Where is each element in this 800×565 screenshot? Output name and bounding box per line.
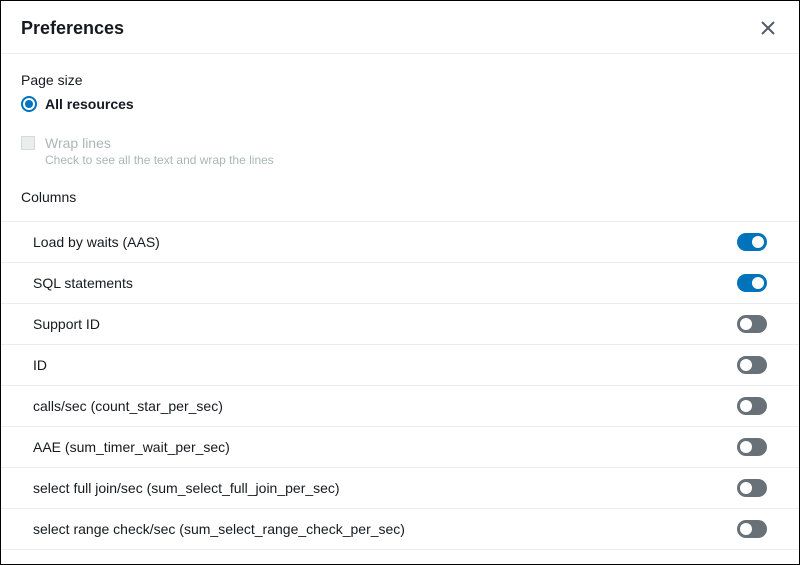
page-size-label: Page size bbox=[21, 72, 779, 88]
wrap-lines-description: Check to see all the text and wrap the l… bbox=[45, 152, 274, 169]
toggle-off-icon bbox=[740, 318, 752, 330]
toggle-off-icon bbox=[740, 359, 752, 371]
column-toggle[interactable] bbox=[737, 397, 767, 415]
columns-list: Load by waits (AAS) SQL statements Suppo… bbox=[1, 221, 799, 550]
radio-label: All resources bbox=[45, 96, 134, 112]
wrap-lines-label: Wrap lines bbox=[45, 134, 274, 152]
column-row: calls/sec (count_star_per_sec) bbox=[1, 385, 799, 426]
modal-title: Preferences bbox=[21, 18, 124, 39]
radio-checked-icon bbox=[21, 96, 37, 112]
toggle-off-icon bbox=[740, 482, 752, 494]
column-row: Load by waits (AAS) bbox=[1, 221, 799, 262]
column-name: select range check/sec (sum_select_range… bbox=[33, 521, 405, 537]
column-toggle[interactable] bbox=[737, 479, 767, 497]
columns-section-label: Columns bbox=[21, 189, 779, 205]
close-button[interactable] bbox=[757, 17, 779, 39]
toggle-off-icon bbox=[740, 523, 752, 535]
column-toggle[interactable] bbox=[737, 233, 767, 251]
close-icon bbox=[761, 21, 775, 35]
column-toggle[interactable] bbox=[737, 274, 767, 292]
modal-content: Page size All resources Wrap lines Check… bbox=[1, 54, 799, 550]
column-name: Support ID bbox=[33, 316, 100, 332]
column-name: select full join/sec (sum_select_full_jo… bbox=[33, 480, 340, 496]
checkbox-unchecked-icon bbox=[21, 136, 35, 150]
page-size-radio-all[interactable]: All resources bbox=[21, 96, 779, 112]
column-toggle[interactable] bbox=[737, 315, 767, 333]
column-row: ID bbox=[1, 344, 799, 385]
column-row: Support ID bbox=[1, 303, 799, 344]
wrap-lines-checkbox: Wrap lines Check to see all the text and… bbox=[21, 134, 779, 169]
toggle-on-icon bbox=[752, 236, 764, 248]
toggle-off-icon bbox=[740, 400, 752, 412]
column-row: select range check/sec (sum_select_range… bbox=[1, 508, 799, 550]
modal-header: Preferences bbox=[1, 1, 799, 54]
column-name: AAE (sum_timer_wait_per_sec) bbox=[33, 439, 230, 455]
toggle-on-icon bbox=[752, 277, 764, 289]
column-toggle[interactable] bbox=[737, 438, 767, 456]
column-toggle[interactable] bbox=[737, 520, 767, 538]
column-toggle[interactable] bbox=[737, 356, 767, 374]
column-name: SQL statements bbox=[33, 275, 133, 291]
column-row: select full join/sec (sum_select_full_jo… bbox=[1, 467, 799, 508]
column-name: Load by waits (AAS) bbox=[33, 234, 160, 250]
wrap-lines-text: Wrap lines Check to see all the text and… bbox=[45, 134, 274, 169]
column-row: SQL statements bbox=[1, 262, 799, 303]
toggle-off-icon bbox=[740, 441, 752, 453]
column-name: calls/sec (count_star_per_sec) bbox=[33, 398, 223, 414]
column-row: AAE (sum_timer_wait_per_sec) bbox=[1, 426, 799, 467]
column-name: ID bbox=[33, 357, 47, 373]
